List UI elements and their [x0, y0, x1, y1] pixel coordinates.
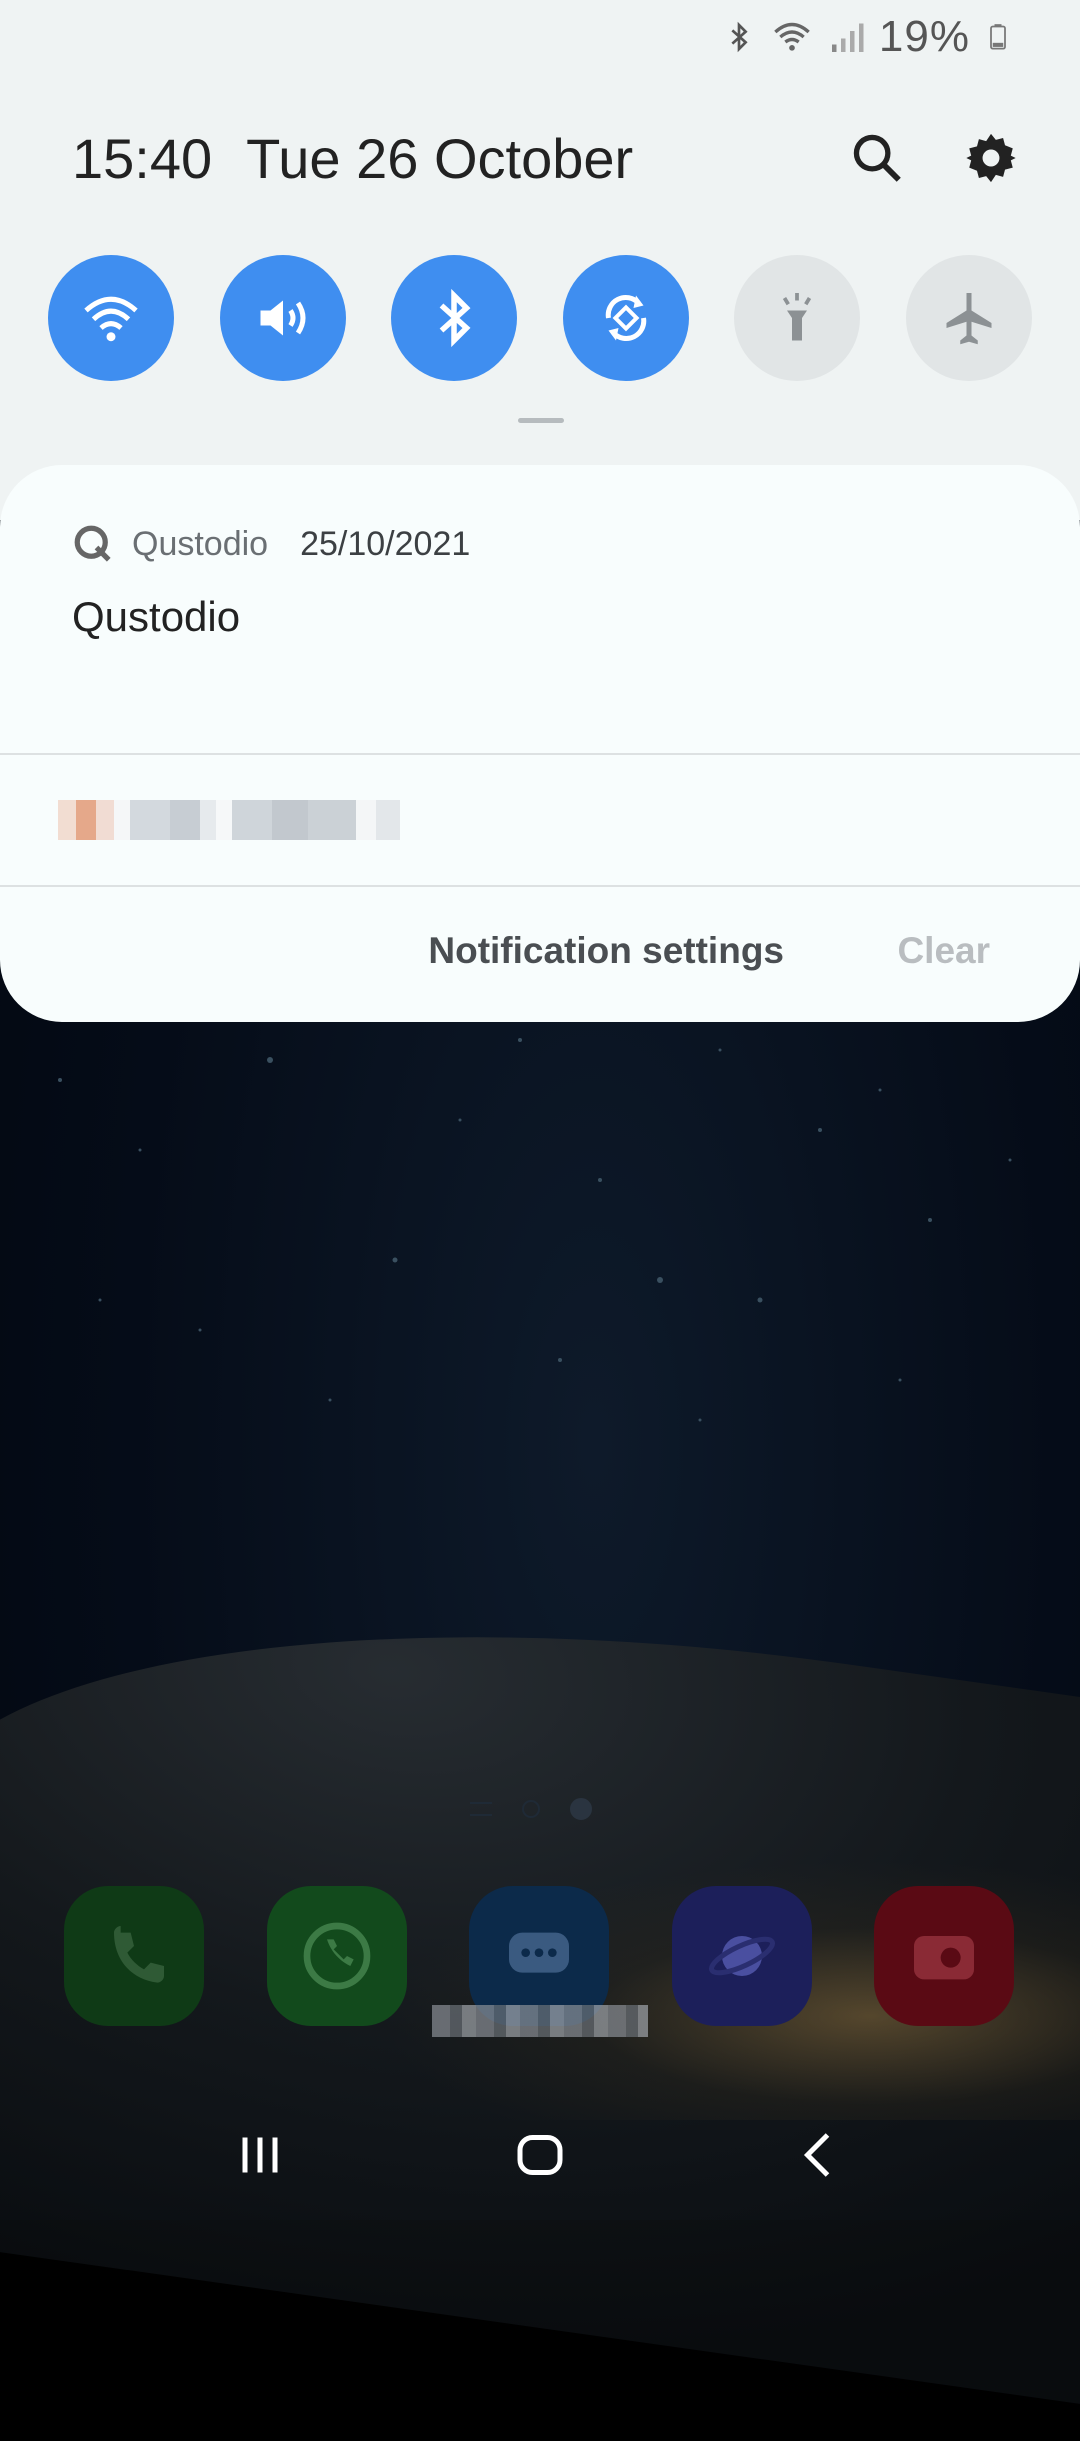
whatsapp-icon[interactable]	[266, 1886, 407, 2026]
wifi-icon	[84, 296, 138, 342]
recents-icon[interactable]	[230, 2125, 290, 2185]
actions-divider	[0, 885, 1080, 887]
bluetooth-icon	[731, 21, 748, 53]
sound-toggle[interactable]	[219, 255, 346, 381]
home-icon[interactable]	[510, 2125, 570, 2185]
battery-icon	[990, 24, 1006, 50]
auto-rotate-toggle[interactable]	[562, 255, 689, 381]
notification-actions: Notification settings Clear	[0, 930, 1080, 1010]
wifi-icon	[774, 22, 810, 51]
clock[interactable]: 15:40	[72, 126, 212, 191]
quick-panel-header: 15:40 Tue 26 October	[72, 118, 1020, 198]
bluetooth-icon	[439, 288, 471, 348]
starfield	[58, 1038, 1012, 1422]
rotate-icon	[605, 294, 647, 342]
phone-icon[interactable]	[64, 1886, 204, 2026]
battery-percentage: 19%	[878, 12, 970, 61]
panel-drag-handle[interactable]	[518, 418, 564, 423]
home-page-indicator	[470, 1798, 592, 1820]
status-bar: 19%	[723, 10, 1012, 64]
notification-settings-button[interactable]: Notification settings	[428, 930, 784, 972]
notification-card[interactable]: Qustodio 25/10/2021 Qustodio Notificatio…	[0, 465, 1080, 1022]
back-icon[interactable]	[790, 2125, 850, 2185]
flashlight-toggle[interactable]	[734, 255, 861, 381]
notification-header: Qustodio 25/10/2021	[72, 523, 470, 565]
pixelated-content	[58, 800, 400, 840]
page-dot	[522, 1800, 540, 1818]
gear-icon[interactable]	[962, 129, 1020, 187]
pixelated-label	[432, 2005, 648, 2037]
page-dot-active	[570, 1798, 592, 1820]
notification-app-name: Qustodio	[132, 524, 269, 563]
notification-title: Qustodio	[72, 593, 241, 640]
date-label[interactable]: Tue 26 October	[246, 126, 633, 191]
page-dot-list	[470, 1802, 492, 1816]
navigation-bar	[0, 2090, 1080, 2220]
clear-button[interactable]: Clear	[897, 930, 990, 972]
notification-date: 25/10/2021	[300, 524, 471, 563]
search-icon[interactable]	[848, 129, 906, 187]
flashlight-icon	[783, 293, 812, 341]
airplane-mode-toggle[interactable]	[905, 255, 1032, 381]
camera-icon[interactable]	[874, 1886, 1014, 2026]
airplane-icon	[946, 293, 992, 345]
volume-icon	[260, 300, 306, 336]
header-actions	[848, 129, 1020, 187]
wifi-toggle[interactable]	[48, 255, 174, 381]
notification-divider	[0, 753, 1080, 755]
qustodio-logo-icon	[74, 525, 111, 562]
signal-icon	[831, 23, 864, 52]
internet-icon[interactable]	[671, 1886, 812, 2026]
quick-settings-tiles	[48, 255, 1032, 381]
bluetooth-toggle[interactable]	[391, 255, 518, 381]
